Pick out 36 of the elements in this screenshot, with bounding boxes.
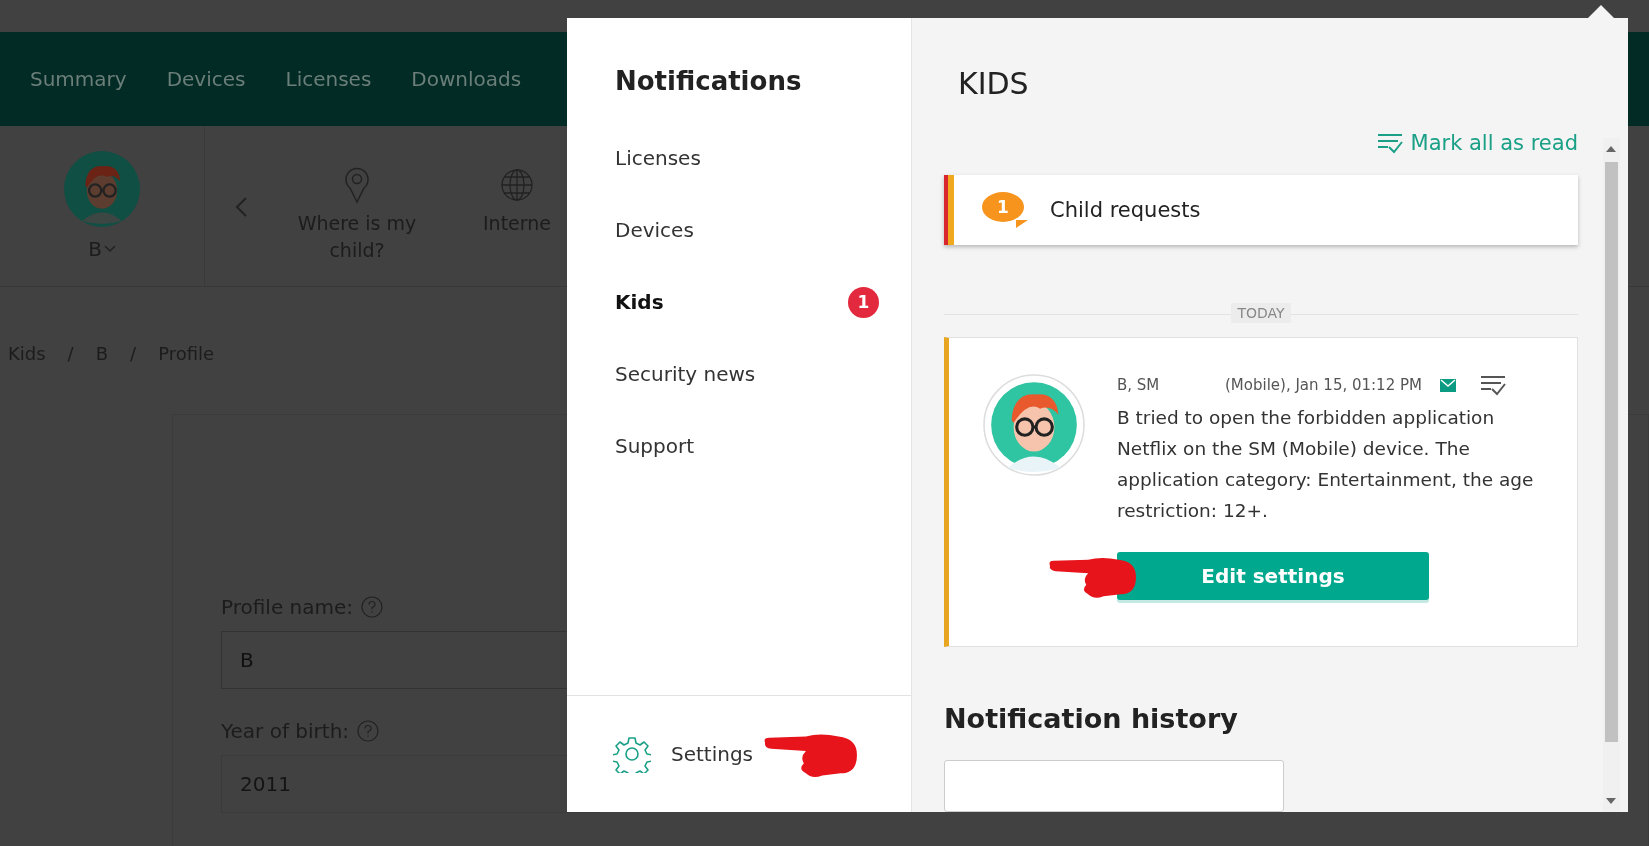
nav-link[interactable]: Devices	[166, 67, 246, 91]
card-label: Child requests	[1050, 198, 1201, 222]
scroll-down-icon[interactable]	[1606, 798, 1616, 804]
meta-text: (Mobile), Jan 15, 01:12 PM	[1225, 376, 1422, 394]
caret-icon	[103, 245, 116, 253]
category-item[interactable]: Support	[567, 410, 911, 482]
category-item[interactable]: Kids 1	[567, 266, 911, 338]
count-badge: 1	[848, 286, 879, 318]
envelope-icon	[1439, 378, 1456, 392]
count-bubble: 1	[982, 192, 1028, 228]
breadcrumb-separator: /	[67, 343, 74, 364]
scrollbar[interactable]	[1603, 138, 1620, 812]
child-requests-card[interactable]: 1 Child requests	[944, 175, 1578, 245]
category-item[interactable]: Devices	[567, 194, 911, 266]
settings-link[interactable]: Settings	[671, 742, 754, 766]
breadcrumb-separator: /	[130, 343, 137, 364]
history-button[interactable]	[944, 760, 1284, 812]
date-label: TODAY	[1231, 303, 1291, 323]
edit-settings-button[interactable]: Edit settings	[1117, 552, 1429, 600]
section-title: KIDS	[957, 65, 1030, 101]
nav-link[interactable]: Licenses	[285, 67, 372, 91]
mark-read-icon[interactable]	[1479, 374, 1506, 396]
help-icon[interactable]	[361, 596, 383, 618]
sender-text: B, SM	[1117, 376, 1161, 394]
notification-message: B tried to open the forbidden application Netflix on the SM (Mobile) device. The application category: Entertainment, the age restriction: 12+.	[1117, 406, 1535, 523]
panel-title: Notifications	[614, 65, 803, 98]
category-item[interactable]: Security news	[567, 338, 911, 410]
help-icon[interactable]	[357, 720, 380, 742]
scroll-up-icon[interactable]	[1606, 146, 1616, 152]
mark-all-read-link[interactable]: Mark all as read	[1376, 131, 1578, 155]
settings-icon[interactable]	[613, 735, 651, 773]
nav-link[interactable]: Summary	[30, 67, 127, 91]
section-title: Notification history	[944, 703, 1239, 734]
nav-link[interactable]: Downloads	[411, 67, 522, 91]
category-item[interactable]: Licenses	[567, 122, 911, 194]
globe-icon	[500, 166, 534, 204]
